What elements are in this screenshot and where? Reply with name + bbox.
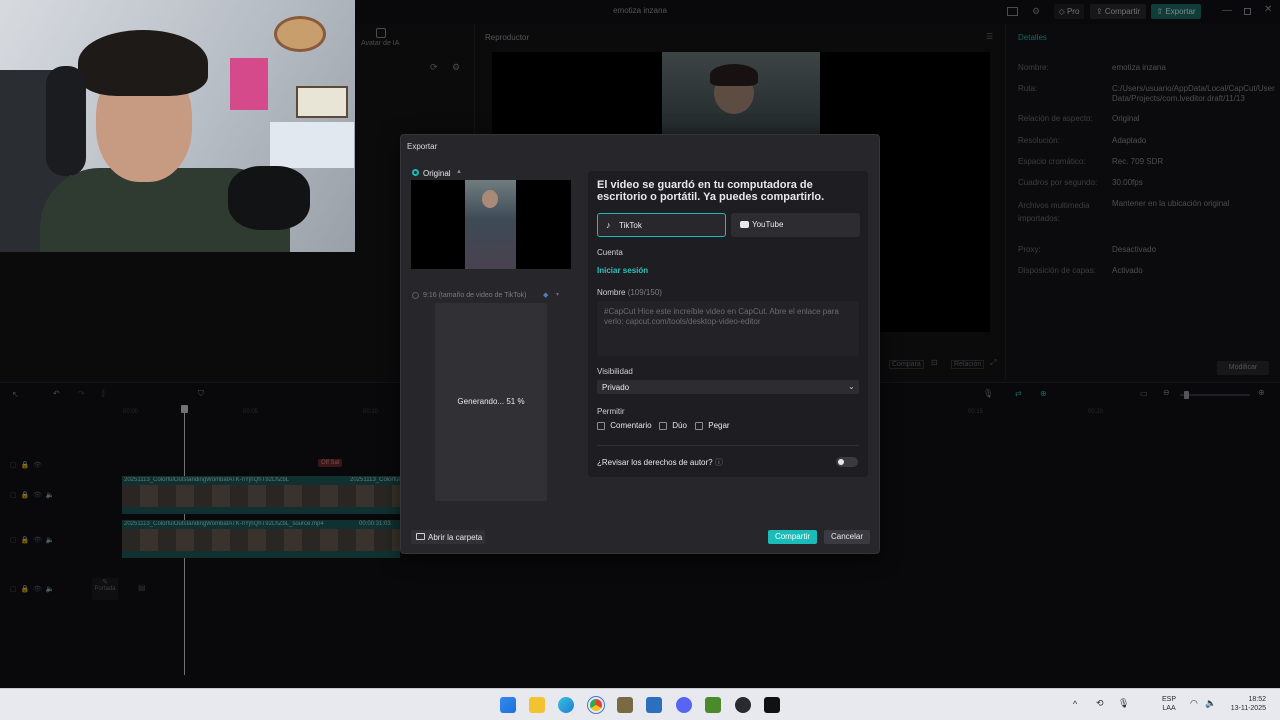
edge-icon[interactable] [558, 697, 574, 713]
dialog-title: Exportar [407, 142, 438, 151]
checkbox[interactable] [695, 421, 703, 430]
allow-label: Permitir [597, 407, 625, 416]
capcut-window: emotiza inzana ⚙ ◇ Pro ⇪ Compartir ⇧ Exp… [0, 0, 1280, 688]
webcam-poster [296, 86, 348, 118]
share-confirm-button[interactable]: Compartir [768, 530, 817, 544]
discord-icon[interactable] [676, 697, 692, 713]
original-radio[interactable] [412, 169, 419, 176]
webcam-plate [274, 16, 326, 52]
tab-youtube[interactable]: YouTube [731, 213, 860, 237]
checkbox[interactable] [659, 421, 667, 430]
checkbox-label: Comentario [610, 421, 652, 430]
folder-icon [416, 533, 425, 540]
visibility-label: Visibilidad [597, 367, 633, 376]
tab-tiktok[interactable]: ♪ TikTok [597, 213, 726, 237]
checkbox[interactable] [597, 421, 605, 430]
tray-chevron-icon[interactable]: ^ [1073, 699, 1077, 709]
webcam-headphones [46, 66, 86, 176]
checkbox-label: Dúo [672, 421, 687, 430]
preview-face [482, 190, 498, 208]
share-panel: El video se guardó en tu computadora de … [588, 171, 868, 477]
format-radio[interactable] [412, 292, 419, 299]
saved-message: El video se guardó en tu computadora de … [597, 179, 825, 203]
capcut-icon[interactable] [764, 697, 780, 713]
webcam-overlay [0, 0, 355, 252]
tiktok-icon: ♪ [606, 220, 611, 230]
divider [597, 445, 859, 446]
chrome-icon[interactable] [587, 696, 605, 714]
name-count: (109/150) [627, 288, 662, 297]
copyright-toggle[interactable] [836, 457, 858, 467]
windows-taskbar: ^ ⟲ 🎙 ESP LAA ◠ 🔈 18:52 13-11-2025 [0, 688, 1280, 720]
file-explorer-icon[interactable] [529, 697, 545, 713]
caret-up-icon: ▲ [456, 169, 462, 175]
mic-tray-icon[interactable]: 🎙 [1118, 698, 1129, 709]
format-label[interactable]: 9:16 (tamaño de video de TikTok) [423, 292, 527, 299]
start-icon[interactable] [500, 697, 516, 713]
open-folder-button[interactable]: Abrir la carpeta [411, 530, 485, 544]
minecraft-icon[interactable] [705, 697, 721, 713]
webcam-mic [228, 166, 310, 230]
name-placeholder: #CapCut Hice este increíble video en Cap… [604, 307, 839, 326]
account-label: Cuenta [597, 248, 623, 257]
clock[interactable]: 18:52 13-11-2025 [1222, 695, 1266, 713]
allow-stitch[interactable]: Pegar [695, 421, 730, 430]
export-dialog: Exportar Original ▲ 9:16 (tamaño de vide… [400, 134, 880, 554]
original-preview [411, 180, 571, 269]
store-icon[interactable] [646, 697, 662, 713]
webcam-person-hair [78, 30, 208, 96]
volume-icon[interactable]: 🔈 [1205, 698, 1216, 709]
app-icon[interactable] [617, 697, 633, 713]
youtube-icon [740, 221, 749, 228]
generating-progress: Generando... 51 % [457, 397, 525, 406]
diamond-icon: ◆ [543, 292, 549, 299]
webcam-poster [230, 58, 268, 110]
wifi-icon[interactable]: ◠ [1190, 698, 1198, 709]
login-link[interactable]: Iniciar sesión [597, 266, 648, 275]
name-label: Nombre (109/150) [597, 288, 662, 297]
checkbox-label: Pegar [708, 421, 730, 430]
webcam-sign [270, 122, 354, 168]
lang-indicator[interactable]: ESP LAA [1162, 695, 1176, 713]
original-label[interactable]: Original [423, 169, 451, 178]
allow-duet[interactable]: Dúo [659, 421, 687, 430]
tab-label: YouTube [752, 220, 784, 229]
toggle-knob [838, 459, 844, 465]
chevron-down-icon: ▾ [556, 292, 560, 298]
name-input[interactable]: #CapCut Hice este increíble video en Cap… [597, 301, 859, 356]
copyright-label: ¿Revisar los derechos de autor? ⓘ [597, 458, 723, 467]
visibility-value: Privado [602, 383, 630, 392]
tab-label: TikTok [619, 221, 642, 230]
network-icon[interactable]: ⟲ [1096, 698, 1104, 709]
allow-comment[interactable]: Comentario [597, 421, 652, 430]
chevron-down-icon: ⌄ [848, 382, 855, 391]
cancel-button[interactable]: Cancelar [824, 530, 870, 544]
info-icon: ⓘ [714, 458, 723, 467]
obs-icon[interactable] [735, 697, 751, 713]
visibility-select[interactable]: Privado ⌄ [597, 380, 859, 394]
preview-frame [465, 180, 516, 269]
open-folder-label: Abrir la carpeta [428, 533, 483, 542]
